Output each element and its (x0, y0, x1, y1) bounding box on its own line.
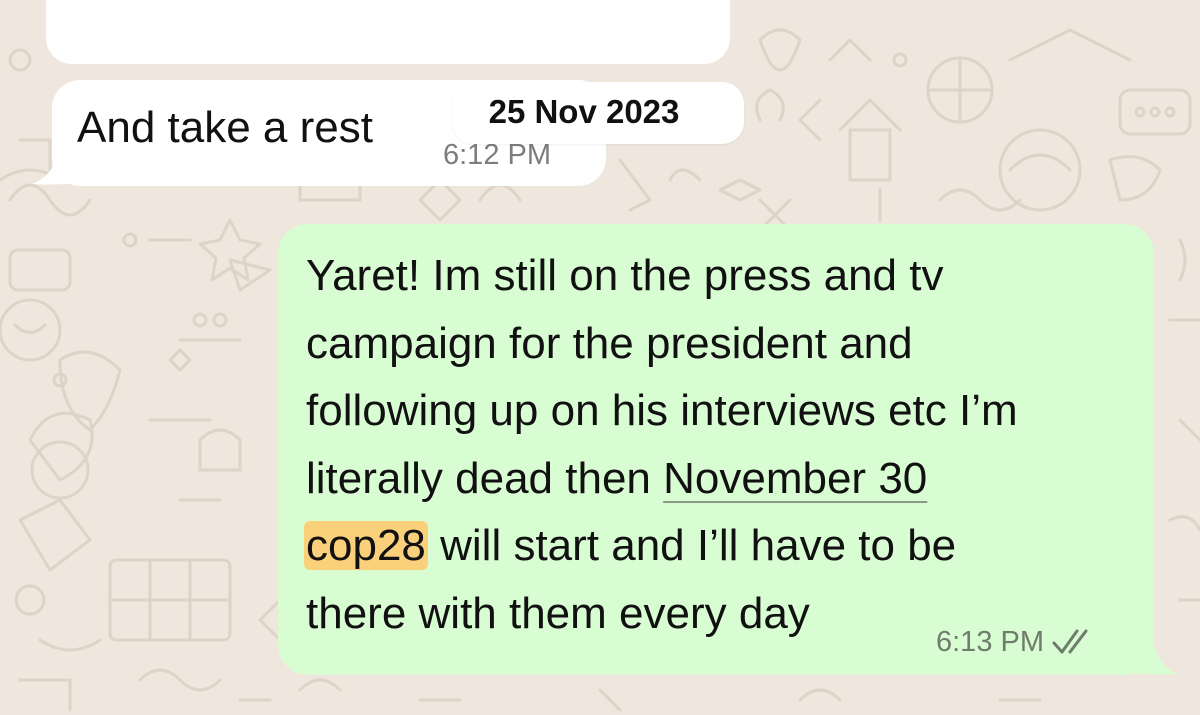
message-line-text: literally dead then (306, 453, 664, 503)
message-line: campaign for the president and (306, 318, 913, 368)
outgoing-message-text: Yaret! Im still on the press and tv camp… (304, 242, 1136, 647)
date-link[interactable]: November 30 (663, 454, 927, 503)
incoming-message-text: And take a rest (77, 103, 373, 152)
message-line: Yaret! Im still on the press and tv (306, 251, 944, 300)
video-call-icon[interactable] (900, 0, 960, 12)
message-line: following up on his interviews etc I’m (306, 386, 1018, 435)
date-divider-label: 25 Nov 2023 (488, 93, 680, 130)
previous-message-bubble (46, 0, 730, 64)
search-highlight: cop28 (304, 521, 428, 570)
date-divider: 25 Nov 2023 (452, 82, 744, 144)
message-line: cop28 will start and I’ll have to be (304, 512, 1136, 580)
outgoing-message-time: 6:13 PM (936, 626, 1044, 658)
outgoing-message-meta: 6:13 PM (936, 624, 1098, 660)
message-line-text: will start and I’ll have to be (427, 521, 957, 570)
double-check-icon (1052, 629, 1088, 654)
message-line: literally dead then November 30 (306, 445, 1136, 513)
phone-call-icon[interactable] (1060, 0, 1120, 12)
